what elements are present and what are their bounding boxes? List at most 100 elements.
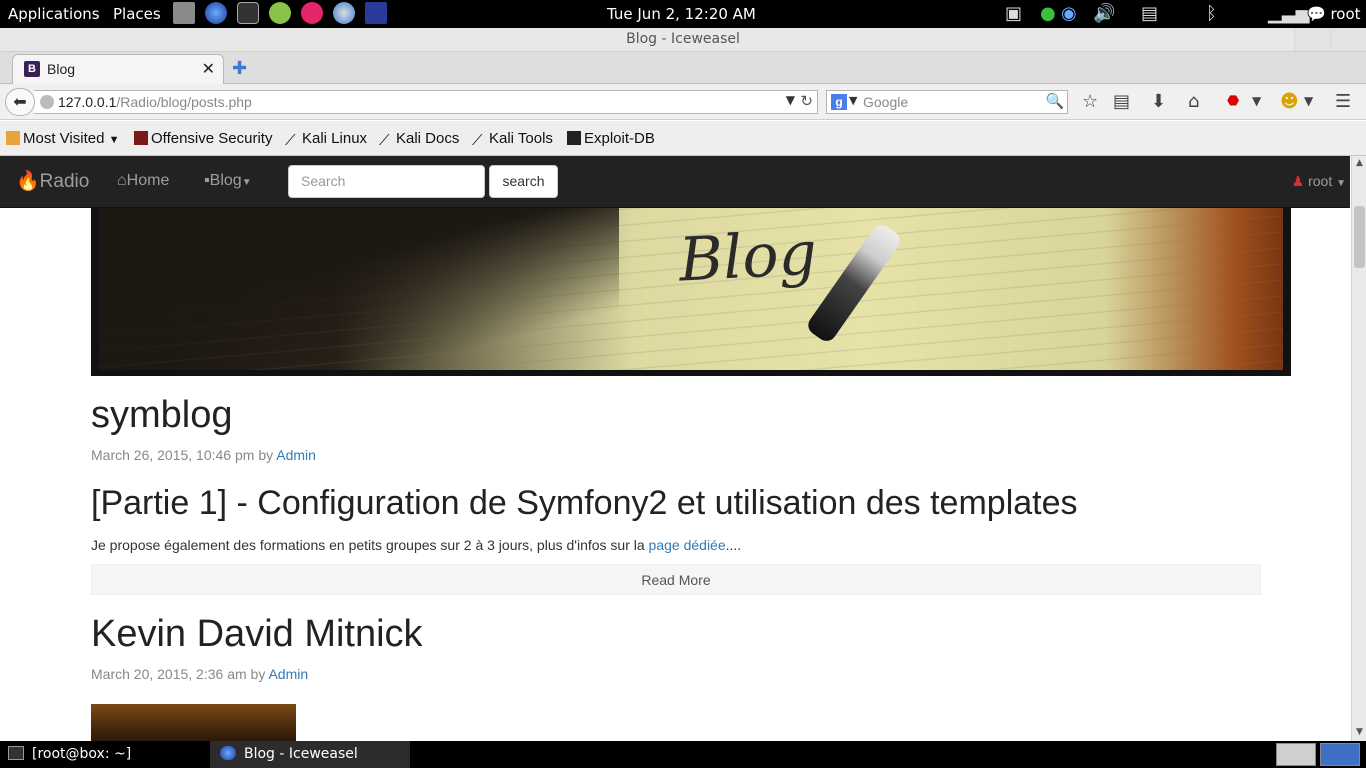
chevron-down-icon: ▼ xyxy=(108,134,120,146)
bookmarks-toolbar: Most Visited ▼ Offensive Security ⟋ Kali … xyxy=(0,121,1366,156)
terminal-icon xyxy=(8,746,24,760)
bookmark-kali-docs[interactable]: ⟋ Kali Docs xyxy=(379,130,460,149)
bookmark-kali-linux[interactable]: ⟋ Kali Linux xyxy=(285,130,368,149)
bookmark-exploit-db[interactable]: Exploit-DB xyxy=(567,130,655,147)
post-author-link[interactable]: Admin xyxy=(268,666,308,682)
bookmark-most-visited[interactable]: Most Visited ▼ xyxy=(6,130,120,147)
post-date: March 20, 2015, 2:36 am xyxy=(91,666,247,682)
site-search-button[interactable]: search xyxy=(489,165,558,198)
page-viewport: 🔥Radio ⌂Home ▪Blog▼ Search search ♟ root… xyxy=(0,156,1350,741)
iceweasel-launcher-icon[interactable] xyxy=(205,2,227,24)
bookmark-label: Most Visited xyxy=(23,130,105,147)
scrollbar-thumb[interactable] xyxy=(1354,206,1365,268)
user-label: root xyxy=(1330,5,1361,23)
nav-blog-dropdown[interactable]: ▪Blog▼ xyxy=(204,172,252,190)
taskbar-terminal[interactable]: [root@box: ~] xyxy=(8,741,208,768)
post-date: March 26, 2015, 10:46 pm xyxy=(91,447,255,463)
bookmark-label: Kali Linux xyxy=(302,130,368,147)
bookmarks-menu-icon[interactable]: ▤ xyxy=(1113,91,1130,112)
nav-home[interactable]: ⌂Home xyxy=(117,172,169,190)
page-scrollbar[interactable]: ▲ ▼ xyxy=(1351,156,1366,741)
greasemonkey-dropdown-icon[interactable]: ▼ xyxy=(1304,94,1313,108)
site-search-input[interactable]: Search xyxy=(288,165,485,198)
clipboard-icon[interactable]: ▤ xyxy=(1141,3,1158,25)
nav-home-label: Home xyxy=(126,172,170,189)
user-menu[interactable]: 💬 root xyxy=(1307,5,1361,23)
bookmark-star-icon[interactable]: ☆ xyxy=(1082,91,1098,112)
site-brand[interactable]: 🔥Radio xyxy=(16,169,89,193)
chat-status-icon[interactable]: ● xyxy=(1040,3,1056,25)
taskbar-browser-label: Blog - Iceweasel xyxy=(244,746,358,762)
clock[interactable]: Tue Jun 2, 12:20 AM xyxy=(607,5,756,23)
caret-down-icon: ▼ xyxy=(241,177,252,188)
kali-dragon-icon: ⟋ xyxy=(472,132,483,149)
search-icon[interactable]: 🔍 xyxy=(1045,92,1065,112)
minimize-button[interactable] xyxy=(1294,28,1330,51)
back-button[interactable]: ⬅ xyxy=(5,88,35,116)
taskbar-browser[interactable]: Blog - Iceweasel xyxy=(210,741,410,768)
downloads-icon[interactable]: ⬇ xyxy=(1151,91,1166,112)
close-window-button[interactable] xyxy=(1330,28,1366,51)
site-navbar: 🔥Radio ⌂Home ▪Blog▼ Search search ♟ root… xyxy=(0,156,1350,208)
chromium-launcher-icon[interactable] xyxy=(333,2,355,24)
android-launcher-icon[interactable] xyxy=(269,2,291,24)
url-path: /Radio/blog/posts.php xyxy=(116,94,252,110)
engine-dropdown-icon[interactable]: ▼ xyxy=(849,94,857,107)
post-title[interactable]: symblog xyxy=(91,394,233,437)
close-tab-icon[interactable]: ✕ xyxy=(202,59,215,78)
window-title-bar: Blog - Iceweasel xyxy=(0,28,1366,52)
tab-blog[interactable]: B Blog ✕ xyxy=(12,54,224,85)
adblock-icon[interactable]: ⬣ xyxy=(1227,93,1239,109)
window-title: Blog - Iceweasel xyxy=(626,31,740,47)
url-bar[interactable]: 127.0.0.1/Radio/blog/posts.php ▼ ↻ xyxy=(34,90,818,114)
eclipse-launcher-icon[interactable] xyxy=(365,2,387,24)
greasemonkey-icon[interactable]: ☻ xyxy=(1280,91,1299,112)
scroll-down-icon[interactable]: ▼ xyxy=(1354,727,1365,738)
post-title[interactable]: Kevin David Mitnick xyxy=(91,613,423,656)
home-icon[interactable]: ⌂ xyxy=(1188,91,1199,112)
google-engine-icon[interactable]: g xyxy=(831,94,847,110)
bookmark-label: Kali Tools xyxy=(489,130,553,147)
network-signal-icon[interactable]: ▁▃▅ xyxy=(1268,3,1310,25)
read-more-button[interactable]: Read More xyxy=(91,564,1261,595)
search-placeholder: Google xyxy=(863,94,909,110)
brand-label: Radio xyxy=(39,171,90,192)
search-bar[interactable]: g ▼ Google 🔍 xyxy=(826,90,1068,114)
url-history-dropdown-icon[interactable]: ▼ xyxy=(786,93,795,107)
back-arrow-icon: ⬅ xyxy=(13,92,27,111)
terminal-launcher-icon[interactable] xyxy=(237,2,259,24)
post-excerpt: Je propose également des formations en p… xyxy=(91,537,741,553)
bookmark-label: Offensive Security xyxy=(151,130,273,147)
workspace-1[interactable] xyxy=(1276,743,1316,766)
post-image xyxy=(91,704,296,741)
workspace-2[interactable] xyxy=(1320,743,1360,766)
reload-icon[interactable]: ↻ xyxy=(800,92,813,110)
bookmark-label: Kali Docs xyxy=(396,130,460,147)
blog-favicon-icon: B xyxy=(24,61,40,77)
kali-dragon-icon: ⟋ xyxy=(285,132,296,149)
iceweasel-icon xyxy=(220,746,236,760)
url-host: 127.0.0.1 xyxy=(58,94,117,110)
applications-menu[interactable]: Applications xyxy=(8,5,100,23)
site-user-menu[interactable]: ♟ root ▼ xyxy=(1292,173,1346,190)
post-subtitle[interactable]: [Partie 1] - Configuration de Symfony2 e… xyxy=(91,484,1078,523)
bluetooth-icon[interactable]: ᛒ xyxy=(1206,3,1217,25)
post-meta: March 26, 2015, 10:46 pm by Admin xyxy=(91,447,316,463)
notification-icon[interactable]: ▣ xyxy=(1005,3,1022,25)
bookmark-kali-tools[interactable]: ⟋ Kali Tools xyxy=(472,130,553,149)
globe-icon xyxy=(40,95,54,109)
bookmark-offensive-security[interactable]: Offensive Security xyxy=(134,130,272,147)
adblock-dropdown-icon[interactable]: ▼ xyxy=(1252,94,1261,108)
new-tab-icon[interactable]: ✚ xyxy=(232,58,247,79)
bottom-taskbar: [root@box: ~] Blog - Iceweasel xyxy=(0,741,1366,768)
volume-icon[interactable]: 🔊 xyxy=(1093,3,1115,25)
hamburger-menu-icon[interactable]: ☰ xyxy=(1335,91,1351,112)
excerpt-link[interactable]: page dédiée xyxy=(649,537,726,553)
chat-bubble-icon: 💬 xyxy=(1307,5,1326,23)
file-manager-icon[interactable] xyxy=(173,2,195,24)
scroll-up-icon[interactable]: ▲ xyxy=(1354,158,1365,169)
places-menu[interactable]: Places xyxy=(113,5,161,23)
oo-launcher-icon[interactable] xyxy=(301,2,323,24)
post-author-link[interactable]: Admin xyxy=(276,447,316,463)
chromium-tray-icon[interactable]: ◉ xyxy=(1061,3,1077,25)
